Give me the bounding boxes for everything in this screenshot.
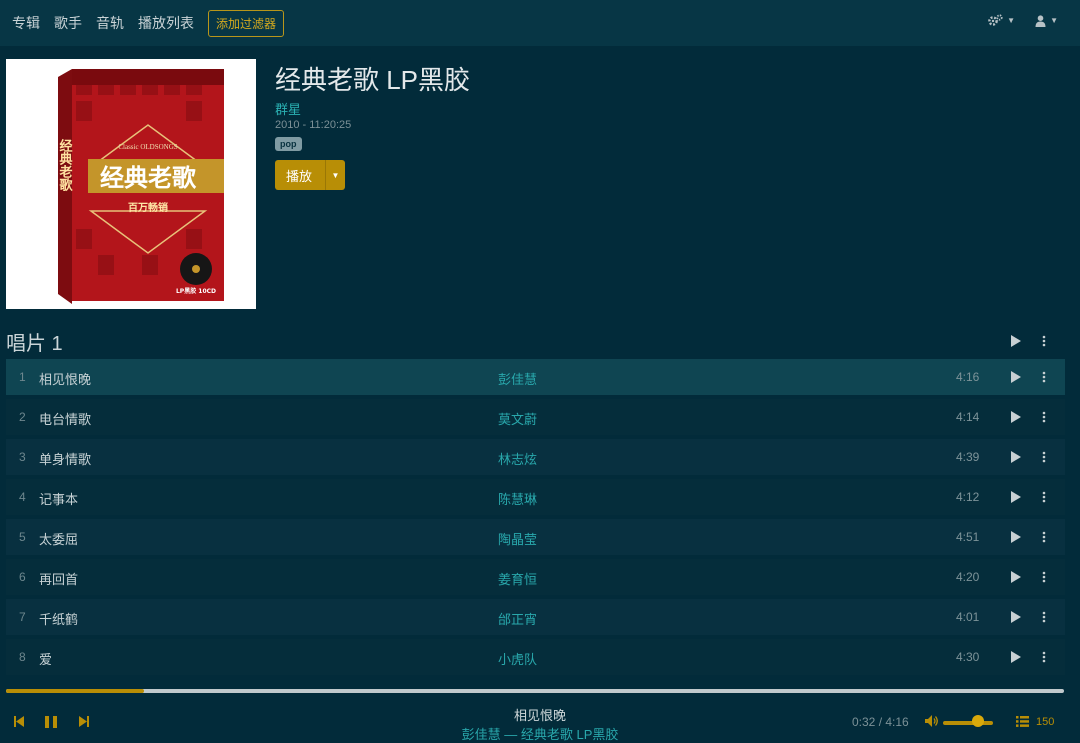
queue-count: 150 bbox=[1036, 716, 1055, 728]
track-artist-link[interactable]: 莫文蔚 bbox=[498, 409, 537, 428]
play-track-icon[interactable] bbox=[1011, 451, 1021, 463]
top-nav: 专辑 歌手 音轨 播放列表 添加过滤器 ▼ ▼ bbox=[0, 0, 1080, 46]
track-more-icon[interactable] bbox=[1042, 611, 1046, 623]
track-duration: 4:30 bbox=[956, 650, 980, 664]
album-meta: 2010 - 11:20:25 bbox=[275, 119, 352, 131]
track-more-icon[interactable] bbox=[1042, 651, 1046, 663]
track-number: 3 bbox=[19, 450, 26, 464]
track-title[interactable]: 再回首 bbox=[39, 569, 78, 588]
track-row[interactable]: 4 记事本 陈慧琳 4:12 bbox=[6, 479, 1065, 515]
user-menu[interactable]: ▼ bbox=[1035, 14, 1058, 27]
dropdown-caret-icon[interactable]: ▼ bbox=[326, 171, 345, 180]
track-number: 6 bbox=[19, 570, 26, 584]
track-row[interactable]: 2 电台情歌 莫文蔚 4:14 bbox=[6, 399, 1065, 435]
track-title[interactable]: 爱 bbox=[39, 649, 52, 668]
gears-icon bbox=[988, 14, 1003, 26]
cover-badge-text: LP黑胶 10CD bbox=[176, 287, 216, 295]
track-row[interactable]: 5 太委屈 陶晶莹 4:51 bbox=[6, 519, 1065, 555]
track-number: 5 bbox=[19, 530, 26, 544]
album-artist-link[interactable]: 群星 bbox=[275, 99, 301, 118]
track-duration: 4:12 bbox=[956, 490, 980, 504]
play-track-icon[interactable] bbox=[1011, 651, 1021, 663]
track-artist-link[interactable]: 邰正宵 bbox=[498, 609, 537, 628]
track-row[interactable]: 8 爱 小虎队 4:30 bbox=[6, 639, 1065, 675]
queue-icon[interactable] bbox=[1016, 716, 1029, 727]
nav-artists[interactable]: 歌手 bbox=[54, 13, 82, 33]
track-artist-link[interactable]: 陶晶莹 bbox=[498, 529, 537, 548]
track-artist-link[interactable]: 陈慧琳 bbox=[498, 489, 537, 508]
track-more-icon[interactable] bbox=[1042, 571, 1046, 583]
track-duration: 4:01 bbox=[956, 610, 980, 624]
play-track-icon[interactable] bbox=[1011, 531, 1021, 543]
nav-right: ▼ ▼ bbox=[988, 14, 1058, 27]
track-more-icon[interactable] bbox=[1042, 451, 1046, 463]
add-filter-button[interactable]: 添加过滤器 bbox=[208, 9, 285, 37]
settings-menu[interactable]: ▼ bbox=[988, 14, 1015, 27]
track-duration: 4:14 bbox=[956, 410, 980, 424]
track-more-icon[interactable] bbox=[1042, 411, 1046, 423]
now-playing-subtitle[interactable]: 彭佳慧 — 经典老歌 LP黑胶 bbox=[0, 724, 1080, 743]
track-duration: 4:20 bbox=[956, 570, 980, 584]
track-row[interactable]: 3 单身情歌 林志炫 4:39 bbox=[6, 439, 1065, 475]
play-track-icon[interactable] bbox=[1011, 371, 1021, 383]
nav-tracks[interactable]: 音轨 bbox=[96, 13, 124, 33]
nav-albums[interactable]: 专辑 bbox=[12, 13, 40, 33]
cover-main-text: 经典老歌 bbox=[100, 163, 197, 192]
track-artist-link[interactable]: 彭佳慧 bbox=[498, 369, 537, 388]
chevron-down-icon: ▼ bbox=[1050, 16, 1058, 25]
track-title[interactable]: 记事本 bbox=[39, 489, 78, 508]
player-bar: 相见恨晚 彭佳慧 — 经典老歌 LP黑胶 0:32 / 4:16 150 bbox=[0, 693, 1080, 743]
track-number: 2 bbox=[19, 410, 26, 424]
track-title[interactable]: 单身情歌 bbox=[39, 449, 91, 468]
track-title[interactable]: 太委屈 bbox=[39, 529, 78, 548]
disc-more-icon[interactable] bbox=[1042, 335, 1046, 347]
track-title[interactable]: 千纸鹤 bbox=[39, 609, 78, 628]
play-button-label[interactable]: 播放 bbox=[275, 166, 325, 185]
cover-top-text: Classic OLDSONGS bbox=[118, 143, 177, 151]
play-split-button[interactable]: 播放 ▼ bbox=[275, 160, 345, 190]
play-track-icon[interactable] bbox=[1011, 611, 1021, 623]
nav-playlists[interactable]: 播放列表 bbox=[138, 13, 194, 33]
track-number: 1 bbox=[19, 370, 26, 384]
track-number: 8 bbox=[19, 650, 26, 664]
track-artist-link[interactable]: 小虎队 bbox=[498, 649, 537, 668]
play-track-icon[interactable] bbox=[1011, 411, 1021, 423]
track-title[interactable]: 相见恨晚 bbox=[39, 369, 91, 388]
playback-time: 0:32 / 4:16 bbox=[852, 715, 909, 729]
album-cover-art: Classic OLDSONGS 经典老歌 百万畅销 经典老歌 LP黑胶 10C… bbox=[6, 59, 256, 309]
genre-badge[interactable]: pop bbox=[275, 137, 302, 151]
track-row[interactable]: 6 再回首 姜育恒 4:20 bbox=[6, 559, 1065, 595]
track-artist-link[interactable]: 林志炫 bbox=[498, 449, 537, 468]
play-track-icon[interactable] bbox=[1011, 571, 1021, 583]
volume-icon[interactable] bbox=[925, 715, 939, 727]
now-playing-title: 相见恨晚 bbox=[513, 708, 566, 723]
play-track-icon[interactable] bbox=[1011, 491, 1021, 503]
track-more-icon[interactable] bbox=[1042, 491, 1046, 503]
volume-slider-handle[interactable] bbox=[972, 715, 984, 727]
chevron-down-icon: ▼ bbox=[1007, 16, 1016, 25]
track-more-icon[interactable] bbox=[1042, 531, 1046, 543]
album-cover[interactable]: Classic OLDSONGS 经典老歌 百万畅销 经典老歌 LP黑胶 10C… bbox=[6, 59, 256, 309]
track-number: 4 bbox=[19, 490, 26, 504]
track-row[interactable]: 1 相见恨晚 彭佳慧 4:16 bbox=[6, 359, 1065, 395]
track-artist-link[interactable]: 姜育恒 bbox=[498, 569, 537, 588]
play-disc-icon[interactable] bbox=[1011, 335, 1021, 347]
album-title: 经典老歌 LP黑胶 bbox=[275, 65, 471, 95]
track-list: 1 相见恨晚 彭佳慧 4:16 2 电台情歌 莫文蔚 4:14 3 单身情歌 林志炫 4:39 4 记事本… bbox=[6, 359, 1065, 679]
user-icon bbox=[1035, 14, 1046, 27]
track-row[interactable]: 7 千纸鹤 邰正宵 4:01 bbox=[6, 599, 1065, 635]
volume-slider[interactable] bbox=[943, 721, 993, 725]
track-duration: 4:16 bbox=[956, 370, 980, 384]
disc-title: 唱片 1 bbox=[6, 333, 63, 355]
track-number: 7 bbox=[19, 610, 26, 624]
track-duration: 4:51 bbox=[956, 530, 980, 544]
cover-sub-text: 百万畅销 bbox=[128, 201, 168, 214]
cover-side-text: 经典老歌 bbox=[57, 138, 74, 192]
track-title[interactable]: 电台情歌 bbox=[39, 409, 91, 428]
track-duration: 4:39 bbox=[956, 450, 980, 464]
track-more-icon[interactable] bbox=[1042, 371, 1046, 383]
